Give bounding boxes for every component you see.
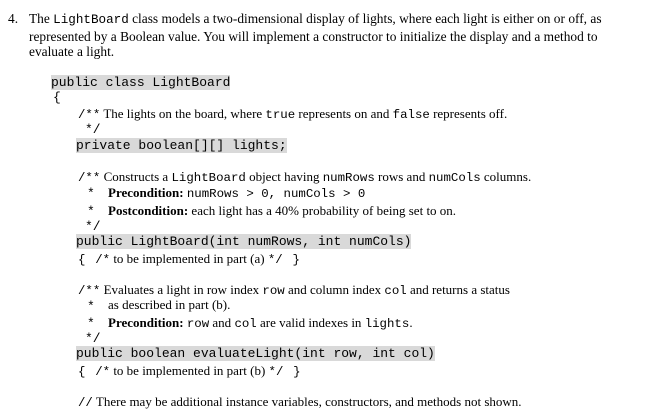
class-name-ref: LightBoard xyxy=(171,171,246,185)
class-decl-text: public class LightBoard xyxy=(51,75,231,90)
comment-text: represents off. xyxy=(429,106,508,121)
keyword-true: true xyxy=(265,108,296,122)
param-ref: col xyxy=(384,284,407,298)
question-number: 4. xyxy=(8,11,19,26)
param-ref: numRows xyxy=(322,171,375,185)
intro-line-2: represented by a Boolean value. You will… xyxy=(29,28,598,44)
comment-text: rows and xyxy=(374,169,429,184)
comment-star: * xyxy=(87,316,95,331)
comment-close: */ xyxy=(85,219,101,234)
constructor-comment: /** Constructs a LightBoard object havin… xyxy=(78,169,531,186)
constructor-body: { /* to be implemented in part (a) */ } xyxy=(78,251,300,268)
postcondition-text: each light has a 40% probability of bein… xyxy=(188,203,457,218)
evaluate-precondition: Precondition: row and col are valid inde… xyxy=(108,315,413,332)
comment-open: /* xyxy=(95,365,111,379)
precondition-code: numRows > 0, numCols > 0 xyxy=(186,187,366,201)
field-decl-text: private boolean[][] lights; xyxy=(76,138,287,153)
comment-star: * xyxy=(87,299,95,314)
comment-text: to be implemented in part (b) xyxy=(110,363,269,378)
comment-text: . xyxy=(409,315,413,330)
intro-text: class models a two-dimensional display o… xyxy=(128,11,602,26)
brace: } xyxy=(293,365,301,379)
evaluate-decl-text: public boolean evaluateLight(int row, in… xyxy=(76,346,435,361)
intro-line-3: evaluate a light. xyxy=(29,44,115,59)
brace: } xyxy=(292,253,300,267)
comment-text: object having xyxy=(245,169,323,184)
comment-text: and xyxy=(209,315,235,330)
precondition-label: Precondition: xyxy=(108,315,184,330)
param-ref: col xyxy=(234,317,257,331)
comment-text: There may be additional instance variabl… xyxy=(92,394,522,409)
comment-open: /* xyxy=(95,253,111,267)
field-ref: lights xyxy=(364,317,410,331)
constructor-postcondition: Postcondition: each light has a 40% prob… xyxy=(108,203,456,218)
param-ref: row xyxy=(186,317,210,331)
constructor-decl-text: public LightBoard(int numRows, int numCo… xyxy=(76,234,412,249)
postcondition-label: Postcondition: xyxy=(108,203,189,218)
class-name-ref: LightBoard xyxy=(53,13,129,27)
constructor-declaration: public LightBoard(int numRows, int numCo… xyxy=(76,234,412,249)
comment-close: */ xyxy=(268,365,284,379)
comment-close: */ xyxy=(267,253,283,267)
evaluate-body: { /* to be implemented in part (b) */ } xyxy=(78,363,301,380)
param-ref: row xyxy=(262,284,285,298)
comment-text: and returns a status xyxy=(406,282,510,297)
line-comment-marker: // xyxy=(78,396,93,410)
constructor-precondition: Precondition: numRows > 0, numCols > 0 xyxy=(108,185,365,202)
comment-text: columns. xyxy=(480,169,532,184)
comment-star: * xyxy=(87,186,95,201)
comment-open: /** xyxy=(78,284,101,298)
evaluate-declaration: public boolean evaluateLight(int row, in… xyxy=(76,346,435,361)
comment-close: */ xyxy=(85,331,101,346)
evaluate-comment-line-2: as described in part (b). xyxy=(108,297,231,312)
param-ref: numCols xyxy=(428,171,481,185)
comment-close: */ xyxy=(85,122,101,137)
question-intro: 4. The LightBoard class models a two-dime… xyxy=(8,11,648,60)
keyword-false: false xyxy=(392,108,430,122)
intro-text: The xyxy=(29,11,54,26)
brace: { xyxy=(78,365,86,379)
comment-text: The lights on the board, where xyxy=(100,106,266,121)
comment-text: are valid indexes in xyxy=(256,315,365,330)
comment-text: Evaluates a light in row index xyxy=(100,282,263,297)
class-declaration: public class LightBoard xyxy=(51,75,231,90)
comment-open: /** xyxy=(78,171,101,185)
comment-text: Constructs a xyxy=(100,169,172,184)
open-brace: { xyxy=(53,90,61,105)
comment-text: represents on and xyxy=(295,106,393,121)
field-comment: /** The lights on the board, where true … xyxy=(78,106,507,123)
comment-text: and column index xyxy=(284,282,385,297)
comment-star: * xyxy=(87,204,95,219)
additional-members-comment: // There may be additional instance vari… xyxy=(78,394,522,411)
brace: { xyxy=(78,253,86,267)
precondition-label: Precondition: xyxy=(108,185,184,200)
comment-text: to be implemented in part (a) xyxy=(110,251,268,266)
field-declaration: private boolean[][] lights; xyxy=(76,138,287,153)
comment-open: /** xyxy=(78,108,101,122)
